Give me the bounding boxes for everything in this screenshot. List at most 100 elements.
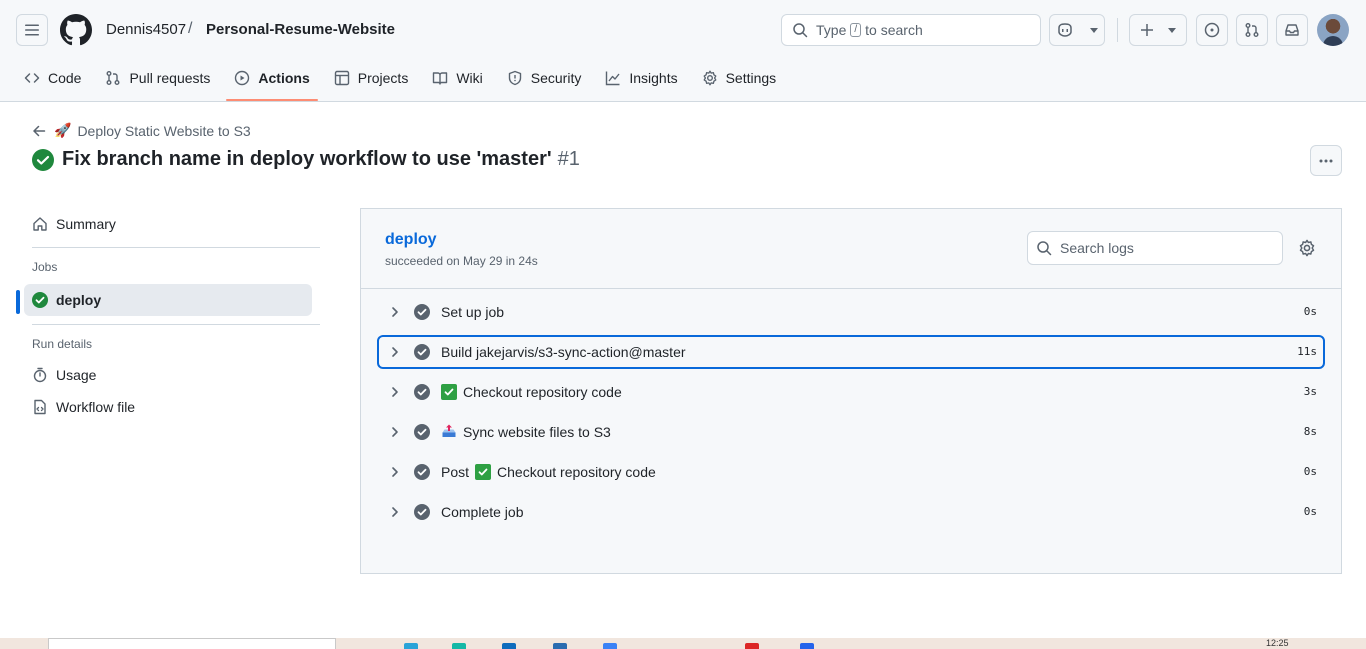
sidebar-item-label: Summary [56,216,116,232]
sidebar-item-label: Usage [56,367,97,383]
taskbar-app-icon[interactable] [404,643,418,649]
search-icon [1037,241,1052,256]
play-icon [235,70,250,86]
step-duration: 0s [1303,305,1317,318]
taskbar-app-icon[interactable] [603,643,617,649]
menu-button[interactable] [16,14,48,46]
tab-code[interactable]: Code [16,60,89,96]
tab-label: Insights [629,70,678,86]
graph-icon [606,71,620,86]
job-log-panel: deploy succeeded on May 29 in 24s Search… [360,208,1342,574]
pull-requests-button[interactable] [1236,14,1268,46]
step-label: Set up job [441,304,505,320]
more-actions-button[interactable] [1310,145,1342,176]
chevron-right-icon [387,466,403,478]
workflow-name[interactable]: Deploy Static Website to S3 [77,123,250,139]
taskbar-app-icon[interactable] [452,643,466,649]
sidebar-item-workflow-file[interactable]: Workflow file [16,391,320,423]
sidebar-divider [32,247,320,248]
tab-settings[interactable]: Settings [694,60,785,96]
step-duration: 8s [1303,425,1317,438]
hamburger-icon [25,24,39,36]
copilot-icon [1058,23,1072,37]
kebab-horizontal-icon [1319,159,1333,162]
sidebar-item-summary[interactable]: Summary [16,208,320,240]
pull-request-icon [106,71,120,85]
breadcrumb-separator: / [188,20,193,37]
log-settings-button[interactable] [1297,238,1317,258]
job-log-header: deploy succeeded on May 29 in 24s Search… [361,209,1341,289]
chevron-right-icon [387,426,403,438]
step-duration: 0s [1303,505,1317,518]
taskbar-app-icon[interactable] [800,643,814,649]
sidebar-item-deploy-job[interactable]: deploy [16,284,312,316]
inbox-button[interactable] [1276,14,1308,46]
os-taskbar: 12:25 [0,638,1366,649]
sidebar-heading-jobs: Jobs [32,260,58,274]
issue-opened-icon [1204,22,1220,38]
step-duration: 3s [1303,385,1317,398]
inbox-icon [1285,24,1299,36]
tab-projects[interactable]: Projects [326,60,417,96]
github-logo-icon[interactable] [60,14,92,46]
tab-label: Actions [258,70,310,86]
breadcrumb-owner[interactable]: Dennis4507 [106,21,186,38]
tab-label: Pull requests [129,70,211,86]
create-new-button[interactable] [1129,14,1187,46]
job-steps-list: Set up job 0s Build jakejarvis/s3-sync-a… [361,289,1341,529]
tab-actions[interactable]: Actions [226,60,319,101]
arrow-left-icon [33,125,46,136]
step-duration: 0s [1303,465,1317,478]
job-step[interactable]: Sync website files to S3 8s [377,415,1325,449]
rocket-emoji-icon: 🚀 [54,122,72,138]
sidebar-item-usage[interactable]: Usage [16,359,320,391]
check-box-emoji-icon [475,464,492,480]
tab-label: Code [48,70,82,86]
tab-label: Projects [357,70,409,86]
job-step[interactable]: Post Checkout repository code 0s [377,455,1325,489]
taskbar-search-box[interactable] [48,638,336,649]
check-circle-fill-icon [32,148,54,171]
page-title: Fix branch name in deploy workflow to us… [32,148,580,171]
taskbar-app-icon[interactable] [745,643,759,649]
workflow-back-link[interactable]: 🚀 Deploy Static Website to S3 [32,122,251,139]
job-step[interactable]: Build jakejarvis/s3-sync-action@master 1… [377,335,1325,369]
job-step[interactable]: Complete job 0s [377,495,1325,529]
chevron-right-icon [387,306,403,318]
user-avatar[interactable] [1317,14,1349,46]
tab-wiki[interactable]: Wiki [424,60,490,96]
search-suffix-text: to search [865,22,923,38]
copilot-button[interactable] [1049,14,1105,46]
tab-pull-requests[interactable]: Pull requests [97,60,218,96]
check-circle-fill-icon [414,464,430,480]
search-logs-input[interactable]: Search logs [1027,231,1283,265]
sidebar-item-label: Workflow file [56,399,136,415]
job-status-text: succeeded on May 29 in 24s [385,254,538,268]
sidebar-divider [32,324,320,325]
job-step[interactable]: Checkout repository code 3s [377,375,1325,409]
step-label: Sync website files to S3 [463,424,611,440]
outbox-tray-emoji-icon [441,423,457,442]
step-duration: 11s [1297,345,1317,358]
tab-label: Settings [725,70,777,86]
issues-button[interactable] [1196,14,1228,46]
job-name-link[interactable]: deploy [385,231,437,249]
taskbar-clock[interactable]: 12:25 [1266,638,1289,648]
job-step[interactable]: Set up job 0s [377,295,1325,329]
table-icon [334,70,349,86]
global-search-input[interactable]: Type / to search [781,14,1041,46]
home-icon [33,217,47,231]
book-icon [433,72,448,85]
gear-icon [703,70,717,86]
run-sidebar: Summary Jobs deploy Run details Usage Wo… [16,208,320,423]
code-icon [24,73,40,83]
tab-insights[interactable]: Insights [597,60,685,96]
taskbar-app-icon[interactable] [502,643,516,649]
tab-label: Wiki [456,70,483,86]
header-divider [1117,18,1118,42]
check-circle-fill-icon [414,304,430,320]
breadcrumb-repo[interactable]: Personal-Resume-Website [206,21,395,38]
tab-security[interactable]: Security [499,60,590,96]
taskbar-app-icon[interactable] [553,643,567,649]
check-circle-fill-icon [414,424,430,440]
